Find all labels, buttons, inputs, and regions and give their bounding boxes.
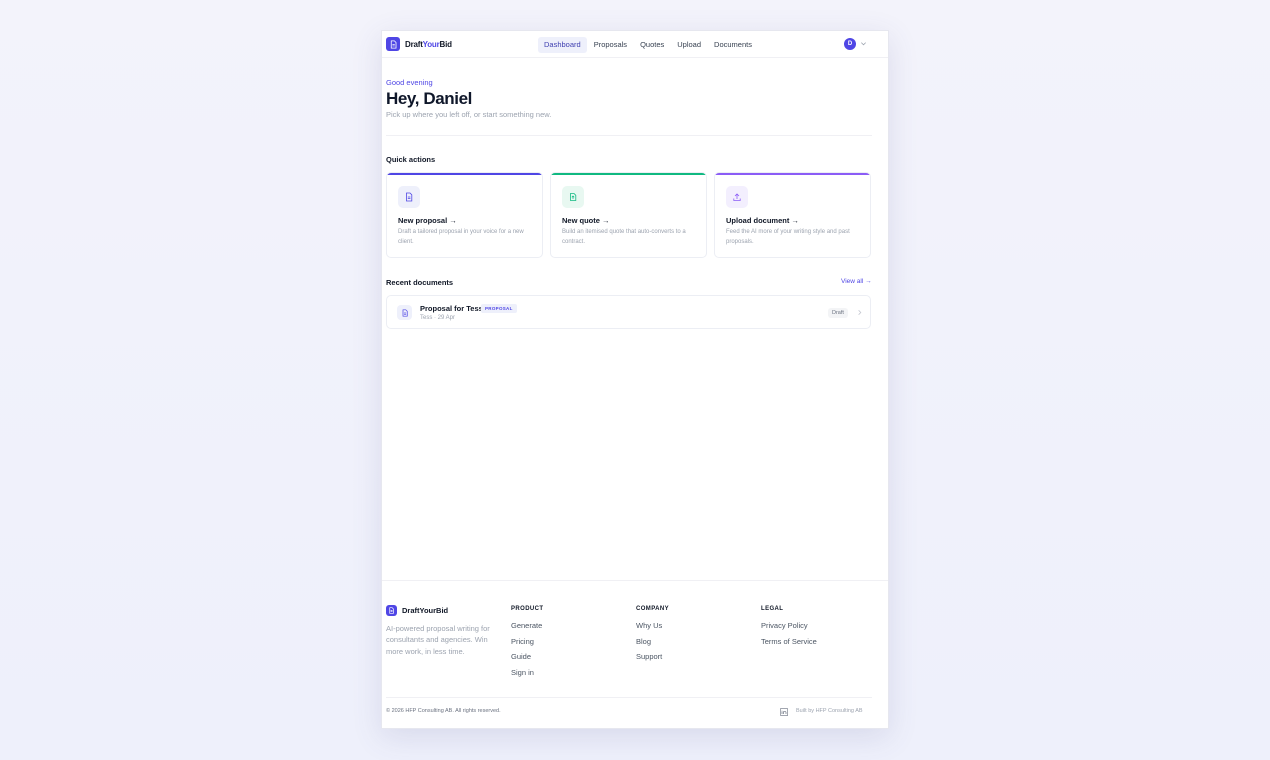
quick-action-new-quote[interactable]: New quote → Build an itemised quote that…: [550, 172, 707, 258]
footer-brand: DraftYourBid: [402, 606, 449, 615]
card-title: New quote →: [562, 216, 610, 225]
footer: DraftYourBid AI-powered proposal writing…: [382, 580, 888, 728]
page-subtitle: Pick up where you left off, or start som…: [386, 110, 552, 119]
logo[interactable]: DraftYourBid: [386, 37, 452, 51]
divider: [386, 697, 872, 698]
divider: [386, 135, 872, 136]
status-badge: Draft: [828, 308, 848, 318]
user-avatar[interactable]: D: [844, 38, 856, 50]
quick-actions-title: Quick actions: [386, 155, 436, 164]
card-description: Feed the AI more of your writing style a…: [726, 229, 850, 245]
footer-description: AI-powered proposal writing for consulta…: [386, 624, 490, 656]
card-title: Upload document →: [726, 216, 799, 225]
document-icon: [397, 305, 412, 320]
built-by: Built by HFP Consulting AB: [796, 708, 863, 714]
footer-link-guide[interactable]: Guide: [511, 649, 543, 665]
nav-documents[interactable]: Documents: [708, 37, 758, 53]
footer-heading: LEGAL: [761, 606, 784, 612]
logo-document-icon: [386, 605, 397, 616]
quick-action-new-proposal[interactable]: New proposal → Draft a tailored proposal…: [386, 172, 543, 258]
quick-action-upload-document[interactable]: Upload document → Feed the AI more of yo…: [714, 172, 871, 258]
card-accent: [715, 173, 870, 175]
footer-link-generate[interactable]: Generate: [511, 618, 543, 634]
quote-icon: [562, 186, 584, 208]
footer-link-why-us[interactable]: Why Us: [636, 618, 669, 634]
footer-link-blog[interactable]: Blog: [636, 634, 669, 650]
footer-column-legal: LEGAL Privacy Policy Terms of Service: [761, 606, 817, 649]
nav-proposals[interactable]: Proposals: [588, 37, 633, 53]
chevron-right-icon: [858, 310, 862, 315]
logo-document-icon: [386, 37, 400, 51]
main-nav: Dashboard Proposals Quotes Upload Docume…: [538, 37, 758, 53]
document-title: Proposal for Tess: [420, 304, 483, 313]
card-description: Draft a tailored proposal in your voice …: [398, 229, 524, 245]
page-title: Hey, Daniel: [386, 89, 472, 108]
footer-heading: COMPANY: [636, 606, 670, 612]
nav-dashboard[interactable]: Dashboard: [538, 37, 587, 53]
card-accent: [551, 173, 706, 175]
footer-link-privacy[interactable]: Privacy Policy: [761, 618, 817, 634]
list-item[interactable]: Proposal for Tess PROPOSAL Tess · 29 Apr…: [386, 295, 871, 329]
app-window: DraftYourBid Dashboard Proposals Quotes …: [381, 30, 889, 729]
footer-logo[interactable]: DraftYourBid: [386, 605, 448, 616]
document-meta: Tess · 29 Apr: [420, 315, 456, 321]
view-all-link[interactable]: View all →: [841, 278, 872, 285]
document-icon: [398, 186, 420, 208]
nav-upload[interactable]: Upload: [671, 37, 707, 53]
footer-link-support[interactable]: Support: [636, 649, 669, 665]
card-description: Build an itemised quote that auto-conver…: [562, 229, 686, 245]
logo-text: DraftYourBid: [405, 39, 452, 49]
chevron-down-icon[interactable]: [860, 40, 867, 47]
footer-link-pricing[interactable]: Pricing: [511, 634, 543, 650]
recent-documents-title: Recent documents: [386, 278, 454, 287]
footer-column-product: PRODUCT Generate Pricing Guide Sign in: [511, 606, 543, 680]
upload-icon: [726, 186, 748, 208]
copyright: © 2026 HFP Consulting AB. All rights res…: [386, 708, 501, 714]
footer-link-sign-in[interactable]: Sign in: [511, 665, 543, 681]
card-accent: [387, 173, 542, 175]
top-header: DraftYourBid Dashboard Proposals Quotes …: [382, 31, 888, 58]
document-type-badge: PROPOSAL: [481, 304, 517, 313]
nav-quotes[interactable]: Quotes: [634, 37, 670, 53]
footer-heading: PRODUCT: [511, 606, 544, 612]
footer-link-terms[interactable]: Terms of Service: [761, 634, 817, 650]
greeting-small: Good evening: [386, 78, 433, 87]
footer-column-company: COMPANY Why Us Blog Support: [636, 606, 669, 665]
linkedin-icon[interactable]: [780, 708, 788, 716]
card-title: New proposal →: [398, 216, 457, 225]
